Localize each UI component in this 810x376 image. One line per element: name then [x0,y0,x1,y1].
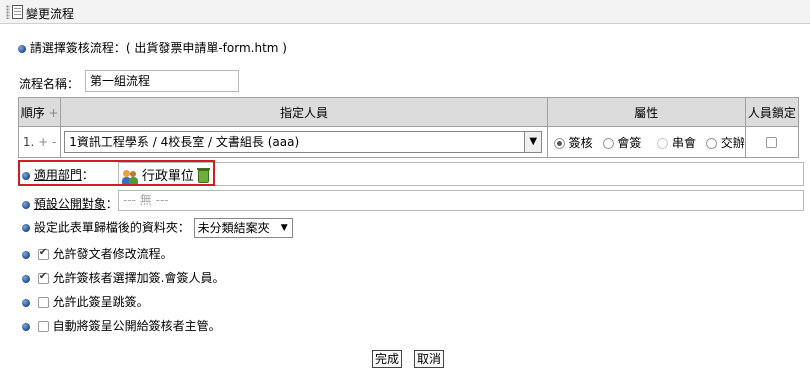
option-row: 自動將簽呈公開給簽核者主管。 [22,317,221,334]
public-target-colon: ： [105,197,118,211]
flow-name-label: 流程名稱： [19,77,80,91]
column-header-attribute: 屬性 [546,97,746,127]
document-icon [12,5,23,19]
drag-grip-icon[interactable] [6,5,10,19]
option-row: 允許發文者修改流程。 [22,245,173,262]
radio-serial-label: 串會 [672,135,697,150]
window-title: 變更流程 [26,7,75,21]
insert-row-button[interactable]: + [38,135,48,149]
archive-folder-select[interactable]: 未分類結案夾 ▼ [193,218,293,238]
radio-countersign[interactable] [602,137,614,149]
radio-sign[interactable] [553,137,565,149]
public-target-input[interactable]: --- 無 --- [118,190,804,211]
radio-delegate[interactable] [705,137,717,149]
column-header-seq: 順序 + [17,97,62,127]
allow-add-signers-label: 允許簽核者選擇加簽.會簽人員。 [52,271,225,285]
archive-row: 設定此表單歸檔後的資料夾： 未分類結案夾 ▼ [22,218,293,238]
allow-edit-flow-checkbox[interactable] [37,247,49,260]
selected-flow-value: ( 出貨發票申請單-form.htm ) [125,41,287,55]
radio-delegate-label: 交辦 [720,135,745,150]
seq-header-label: 順序 [20,105,45,120]
dept-field [118,162,804,186]
row-seq-number: 1. [22,135,35,149]
radio-sign-label: 簽核 [568,135,593,150]
chevron-down-icon: ▼ [280,223,288,233]
auto-public-supervisor-label: 自動將簽呈公開給簽核者主管。 [52,319,221,333]
selected-flow-label: 請選擇簽核流程： [29,41,126,55]
option-row: 允許此簽呈跳簽。 [22,293,149,310]
attribute-cell: 簽核 會簽 串會 交辦 [546,126,746,158]
lock-cell [744,126,800,158]
column-header-lock: 人員鎖定 [744,97,800,127]
cancel-button[interactable]: 取消 [414,350,445,368]
allow-skip-checkbox[interactable] [37,297,49,308]
bullet-icon [22,298,30,307]
public-target-link[interactable]: 預設公開對象 [34,197,106,211]
assignee-select-value: 1資訊工程學系 / 4校長室 / 文書組長 (aaa) [69,135,300,149]
remove-row-button[interactable]: - [52,135,56,149]
allow-skip-label: 允許此簽呈跳簽。 [52,295,149,309]
bullet-icon [22,274,30,283]
archive-label: 設定此表單歸檔後的資料夾： [33,220,190,235]
bullet-icon [22,224,30,232]
table-header-row: 順序 + 指定人員 屬性 人員鎖定 [17,97,800,127]
column-header-assignee: 指定人員 [60,97,548,127]
radio-serial[interactable] [657,137,669,149]
archive-folder-value: 未分類結案夾 [197,221,270,235]
allow-add-signers-checkbox[interactable] [37,271,49,284]
auto-public-supervisor-checkbox[interactable] [37,321,49,332]
bullet-icon [22,250,30,259]
public-target-row: 預設公開對象： [22,195,118,212]
window-titlebar: 變更流程 [0,0,810,24]
assignee-select[interactable]: 1資訊工程學系 / 4校長室 / 文書組長 (aaa) ▼ [64,131,543,153]
assignee-cell: 1資訊工程學系 / 4校長室 / 文書組長 (aaa) ▼ [60,126,548,158]
table-row: 1. + - 1資訊工程學系 / 4校長室 / 文書組長 (aaa) ▼ 簽核 … [17,126,800,158]
selected-flow-row: 請選擇簽核流程：( 出貨發票申請單-form.htm ) [18,39,287,56]
highlight-box [18,160,215,186]
lock-checkbox[interactable] [766,137,778,148]
finish-button[interactable]: 完成 [372,350,403,368]
seq-cell: 1. + - [17,126,62,158]
bullet-icon [18,44,26,53]
radio-countersign-label: 會簽 [617,135,642,150]
option-row: 允許簽核者選擇加簽.會簽人員。 [22,269,224,286]
bullet-icon [22,200,30,209]
flow-name-input[interactable]: 第一組流程 [85,70,239,92]
add-row-button[interactable]: + [49,106,59,120]
assignee-table: 順序 + 指定人員 屬性 人員鎖定 1. + - 1資訊工程學系 / 4校長室 … [17,97,800,158]
allow-edit-flow-label: 允許發文者修改流程。 [52,247,173,261]
bullet-icon [22,322,30,331]
chevron-down-icon[interactable]: ▼ [524,132,542,152]
